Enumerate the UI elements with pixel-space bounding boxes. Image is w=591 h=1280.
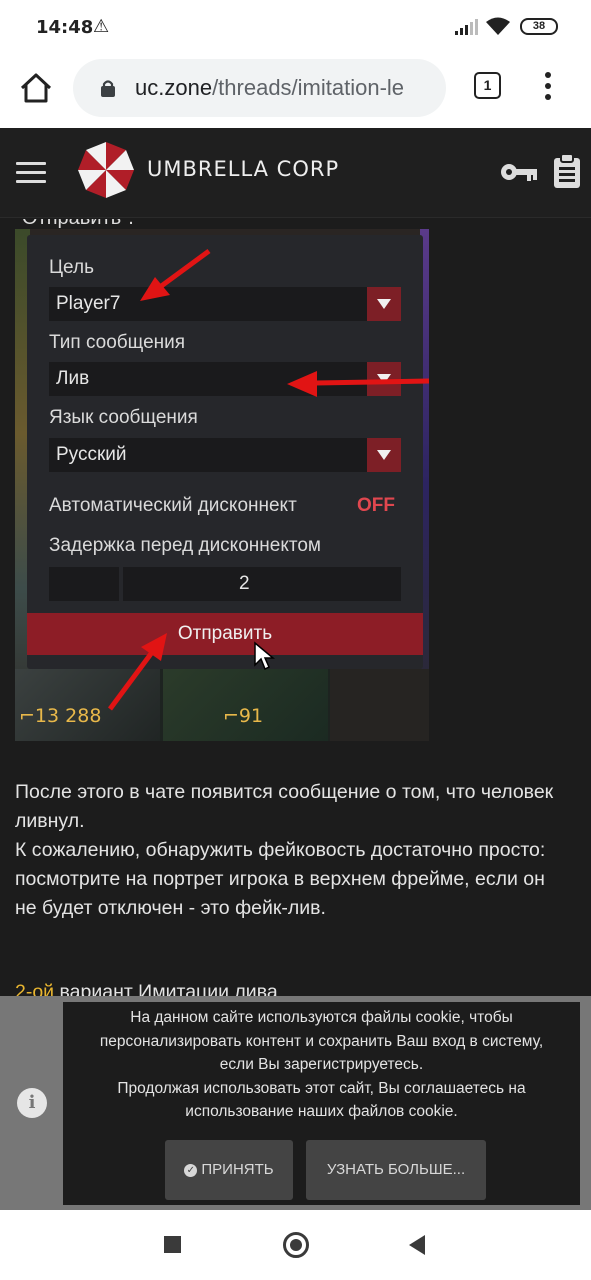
learn-more-label: УЗНАТЬ БОЛЬШЕ... xyxy=(326,1161,466,1178)
hamburger-menu-icon[interactable] xyxy=(16,162,46,184)
paragraph-line: К сожалению, обнаружить фейковость доста… xyxy=(15,839,546,861)
status-time: 14:48 xyxy=(36,17,94,38)
url-host: uc.zone xyxy=(135,75,213,100)
cookie-notice-box: На данном сайте используются файлы cooki… xyxy=(63,1002,580,1205)
site-header: UMBRELLA CORP xyxy=(0,128,591,218)
url-path: /threads/imitation-le xyxy=(212,75,405,100)
more-menu-icon[interactable] xyxy=(540,70,556,102)
learn-more-button[interactable]: УЗНАТЬ БОЛЬШЕ... xyxy=(306,1140,486,1200)
status-bar: 14:48 ⚠ 38 xyxy=(0,0,591,56)
info-icon: i xyxy=(17,1088,47,1118)
annotation-arrows xyxy=(107,248,429,711)
back-icon[interactable] xyxy=(407,1235,427,1255)
cookie-line: если Вы зарегистрируетесь. xyxy=(219,1056,424,1073)
home-icon[interactable] xyxy=(18,70,54,106)
check-icon: ✓ xyxy=(184,1164,198,1177)
wifi-icon xyxy=(486,17,510,35)
paragraph-line: не будет отключен - это фейк-лив. xyxy=(15,897,326,919)
clipboard-icon[interactable] xyxy=(553,154,581,188)
paragraph-line: ливнул. xyxy=(15,810,85,832)
site-brand[interactable]: UMBRELLA CORP xyxy=(147,157,339,181)
cookie-line: использование наших файлов cookie. xyxy=(185,1103,458,1120)
warning-icon: ⚠ xyxy=(93,16,110,36)
cookie-banner: i На данном сайте используются файлы coo… xyxy=(0,996,591,1210)
url-text: uc.zone/threads/imitation-le xyxy=(135,75,404,101)
umbrella-logo[interactable] xyxy=(76,140,136,200)
paragraph-line: После этого в чате появится сообщение о … xyxy=(15,781,554,803)
accept-label: ПРИНЯТЬ xyxy=(201,1161,274,1178)
recents-icon[interactable] xyxy=(164,1236,181,1253)
browser-toolbar: uc.zone/threads/imitation-le 1 xyxy=(0,56,591,128)
tab-count: 1 xyxy=(483,77,492,93)
cookie-line: Продолжая использовать этот сайт, Вы сог… xyxy=(117,1079,526,1097)
accept-cookies-button[interactable]: ✓ ПРИНЯТЬ xyxy=(165,1140,293,1200)
cookie-text: На данном сайте используются файлы cooki… xyxy=(63,1006,580,1124)
lock-icon xyxy=(101,80,115,97)
home-nav-icon[interactable] xyxy=(283,1232,309,1258)
key-icon[interactable] xyxy=(500,160,538,184)
battery-icon: 38 xyxy=(520,18,558,35)
cookie-line: персонализировать контент и сохранить Ва… xyxy=(99,1032,544,1050)
paragraph-line: посмотрите на портрет игрока в верхнем ф… xyxy=(15,868,545,890)
game-screenshot[interactable]: ⌐13 288 ⌐91 Цель Player7 Тип сообщения Л… xyxy=(15,229,429,741)
tab-switcher-button[interactable]: 1 xyxy=(474,72,501,99)
battery-level: 38 xyxy=(532,20,546,32)
article-paragraph: После этого в чате появится сообщение о … xyxy=(15,778,580,923)
cookie-line: На данном сайте используются файлы cooki… xyxy=(130,1009,513,1026)
address-bar[interactable]: uc.zone/threads/imitation-le xyxy=(73,59,446,117)
signal-icon xyxy=(455,19,478,35)
system-nav-bar xyxy=(0,1210,591,1280)
